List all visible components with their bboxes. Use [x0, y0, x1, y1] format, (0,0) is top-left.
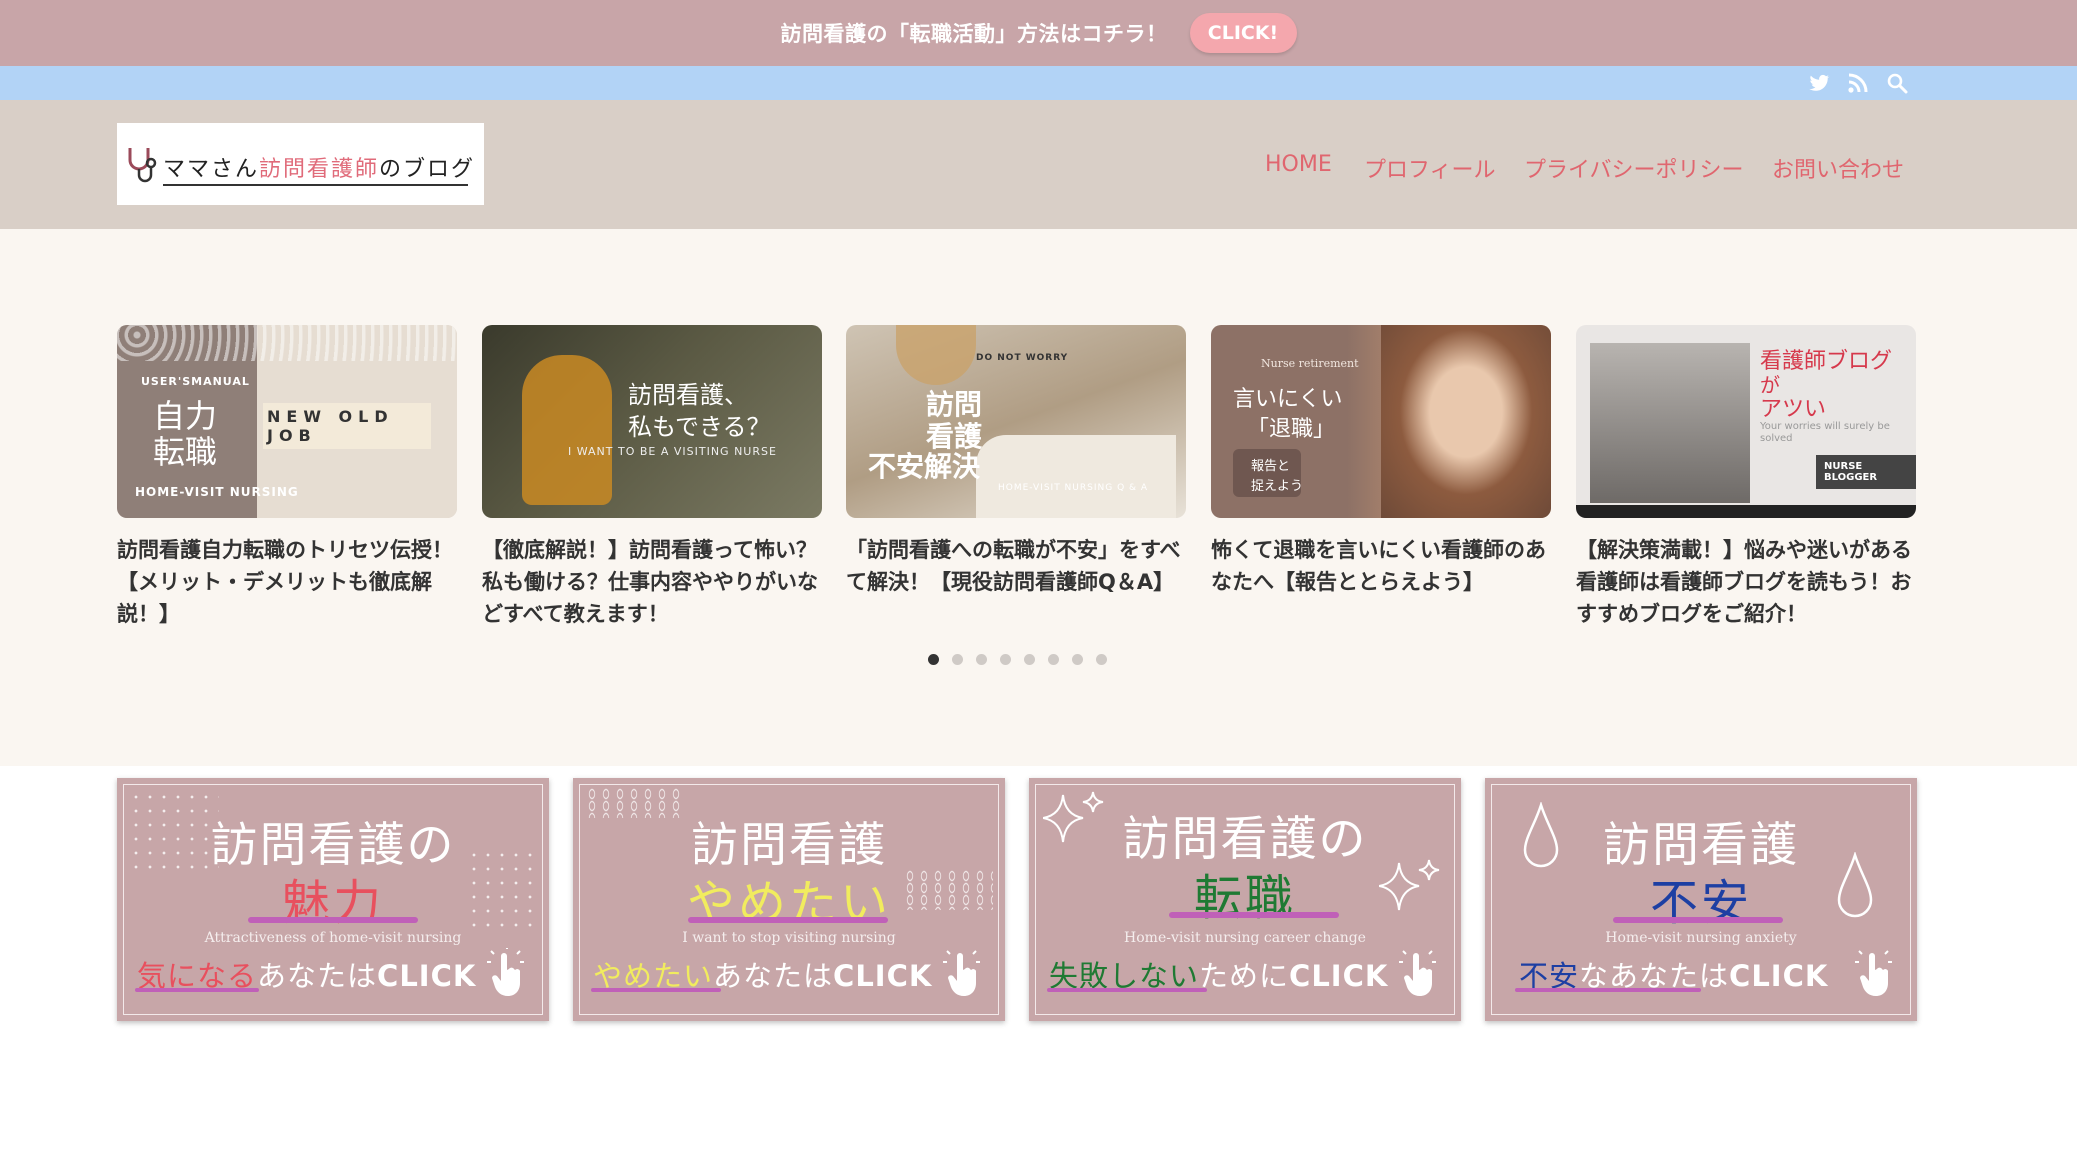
card-img-text: 報告と: [1251, 459, 1291, 474]
card-img-text: 転職: [153, 433, 218, 471]
cta-text: ために: [1199, 959, 1290, 993]
carousel-card[interactable]: Nurse retirement 言いにくい 「退職」 報告と 捉えよう 怖くて…: [1211, 325, 1551, 598]
card-img-tag: NURSE BLOGGER: [1816, 455, 1916, 489]
card-title[interactable]: 怖くて退職を言いにくい看護師のあなたへ【報告ととらえよう】: [1211, 534, 1551, 598]
card-img-text: 不安解決: [868, 450, 981, 483]
carousel-card[interactable]: 看護師ブログ が アツい Your worries will surely be…: [1576, 325, 1916, 630]
logo-text: ママさん訪問看護師のブログ: [163, 151, 475, 183]
card-img-blocks: NEW OLD JOB: [263, 403, 431, 449]
banner-underline: [1169, 912, 1339, 918]
pointer-hand-icon: [487, 948, 524, 996]
card-thumbnail[interactable]: USER'SMANUAL 自力 転職 NEW OLD JOB HOME-VISI…: [117, 325, 457, 518]
carousel-pagination: [928, 654, 1120, 665]
banner-anxiety[interactable]: 訪問看護 不安 Home-visit nursing anxiety 不安なあな…: [1485, 778, 1917, 1021]
banner-subtitle: Home-visit nursing anxiety: [1605, 930, 1797, 946]
nav-profile[interactable]: プロフィール: [1364, 152, 1496, 184]
card-img-text: 捉えよう: [1251, 479, 1304, 494]
cta-underline: [591, 988, 721, 992]
banner-subtitle: Home-visit nursing career change: [1124, 930, 1366, 946]
featured-carousel: USER'SMANUAL 自力 転職 NEW OLD JOB HOME-VISI…: [0, 229, 2077, 766]
card-img-label: HOME-VISIT NURSING: [135, 485, 299, 499]
card-thumbnail[interactable]: 看護師ブログ が アツい Your worries will surely be…: [1576, 325, 1916, 518]
card-img-text: 「退職」: [1247, 417, 1336, 442]
card-img-text: 私もできる？: [628, 413, 771, 441]
card-thumbnail[interactable]: 訪問看護、 私もできる？ I WANT TO BE A VISITING NUR…: [482, 325, 822, 518]
logo-underline: [163, 184, 468, 186]
carousel-dot[interactable]: [1048, 654, 1059, 665]
card-img-label: USER'SMANUAL: [141, 375, 250, 388]
card-thumbnail[interactable]: Nurse retirement 言いにくい 「退職」 報告と 捉えよう: [1211, 325, 1551, 518]
carousel-card[interactable]: USER'SMANUAL 自力 転職 NEW OLD JOB HOME-VISI…: [117, 325, 457, 630]
logo-accent: 訪問看護師: [259, 157, 380, 182]
banner-want-to-quit[interactable]: 訪問看護 やめたい I want to stop visiting nursin…: [573, 778, 1005, 1021]
pointer-hand-icon: [943, 950, 980, 996]
site-logo[interactable]: ママさん訪問看護師のブログ: [117, 123, 484, 205]
carousel-dot[interactable]: [1096, 654, 1107, 665]
banner-attractiveness[interactable]: 訪問看護の 魅力 Attractiveness of home-visit nu…: [117, 778, 549, 1021]
card-img-text: アツい: [1760, 397, 1827, 422]
notice-bar: 訪問看護の「転職活動」方法はコチラ！ CLICK!: [0, 0, 2077, 66]
carousel-dot[interactable]: [1000, 654, 1011, 665]
banner-career-change[interactable]: 訪問看護の 転職 Home-visit nursing career chang…: [1029, 778, 1461, 1021]
cta-click: CLICK: [833, 959, 933, 993]
twitter-icon[interactable]: [1806, 71, 1832, 95]
cta-click: CLICK: [1729, 959, 1829, 993]
search-icon[interactable]: [1884, 71, 1910, 95]
card-title[interactable]: 【解決策満載！】悩みや迷いがある看護師は看護師ブログを読もう！おすすめブログをご…: [1576, 534, 1916, 630]
cta-click: CLICK: [1289, 959, 1389, 993]
cta-underline: [135, 988, 259, 992]
card-title[interactable]: 「訪問看護への転職が不安」をすべて解決！【現役訪問看護師Q＆A】: [846, 534, 1186, 598]
card-title[interactable]: 【徹底解説！】訪問看護って怖い？私も働ける？仕事内容ややりがいなどすべて教えます…: [482, 534, 822, 630]
carousel-dot[interactable]: [1072, 654, 1083, 665]
cta-text: あなたは: [713, 959, 834, 993]
pointer-hand-icon: [1399, 950, 1436, 996]
carousel-dot[interactable]: [928, 654, 939, 665]
card-img-label: Your worries will surely be solved: [1760, 421, 1890, 444]
carousel-dot[interactable]: [1024, 654, 1035, 665]
card-img-label: Nurse retirement: [1261, 357, 1359, 370]
rss-icon[interactable]: [1845, 71, 1871, 95]
card-img-text: 言いにくい: [1233, 387, 1343, 412]
card-img-label: DO NOT WORRY: [976, 353, 1069, 363]
stethoscope-icon: [128, 148, 157, 183]
cta-text: あなたは: [257, 959, 378, 993]
carousel-dot[interactable]: [952, 654, 963, 665]
cta-underline: [1047, 988, 1207, 992]
banner-underline: [248, 917, 418, 923]
cta-underline: [1515, 988, 1701, 992]
social-strip: [0, 66, 2077, 100]
carousel-dot[interactable]: [976, 654, 987, 665]
card-img-label: HOME-VISIT NURSING Q & A: [998, 483, 1149, 493]
site-header: ママさん訪問看護師のブログ HOME プロフィール プライバシーポリシー お問い…: [0, 100, 2077, 229]
carousel-card[interactable]: DO NOT WORRY 訪問 看護 不安解決 HOME-VISIT NURSI…: [846, 325, 1186, 598]
banner-underline: [688, 917, 888, 923]
cta-click: CLICK: [377, 959, 477, 993]
logo-suffix: のブログ: [379, 157, 476, 182]
carousel-card[interactable]: 訪問看護、 私もできる？ I WANT TO BE A VISITING NUR…: [482, 325, 822, 630]
nav-privacy-policy[interactable]: プライバシーポリシー: [1524, 152, 1744, 184]
card-thumbnail[interactable]: DO NOT WORRY 訪問 看護 不安解決 HOME-VISIT NURSI…: [846, 325, 1186, 518]
banner-underline: [1613, 917, 1783, 923]
notice-click-button[interactable]: CLICK!: [1189, 13, 1297, 53]
banner-subtitle: I want to stop visiting nursing: [682, 930, 896, 946]
card-title[interactable]: 訪問看護自力転職のトリセツ伝授！【メリット・デメリットも徹底解説！】: [117, 534, 457, 630]
banner-subtitle: Attractiveness of home-visit nursing: [204, 930, 462, 946]
card-img-text: 訪問看護、: [628, 381, 748, 409]
logo-prefix: ママさん: [163, 157, 260, 182]
card-img-label: I WANT TO BE A VISITING NURSE: [568, 445, 777, 458]
notice-text: 訪問看護の「転職活動」方法はコチラ！: [780, 22, 1168, 46]
pointer-hand-icon: [1855, 950, 1892, 996]
nav-contact[interactable]: お問い合わせ: [1772, 152, 1904, 184]
nav-home[interactable]: HOME: [1265, 152, 1332, 177]
